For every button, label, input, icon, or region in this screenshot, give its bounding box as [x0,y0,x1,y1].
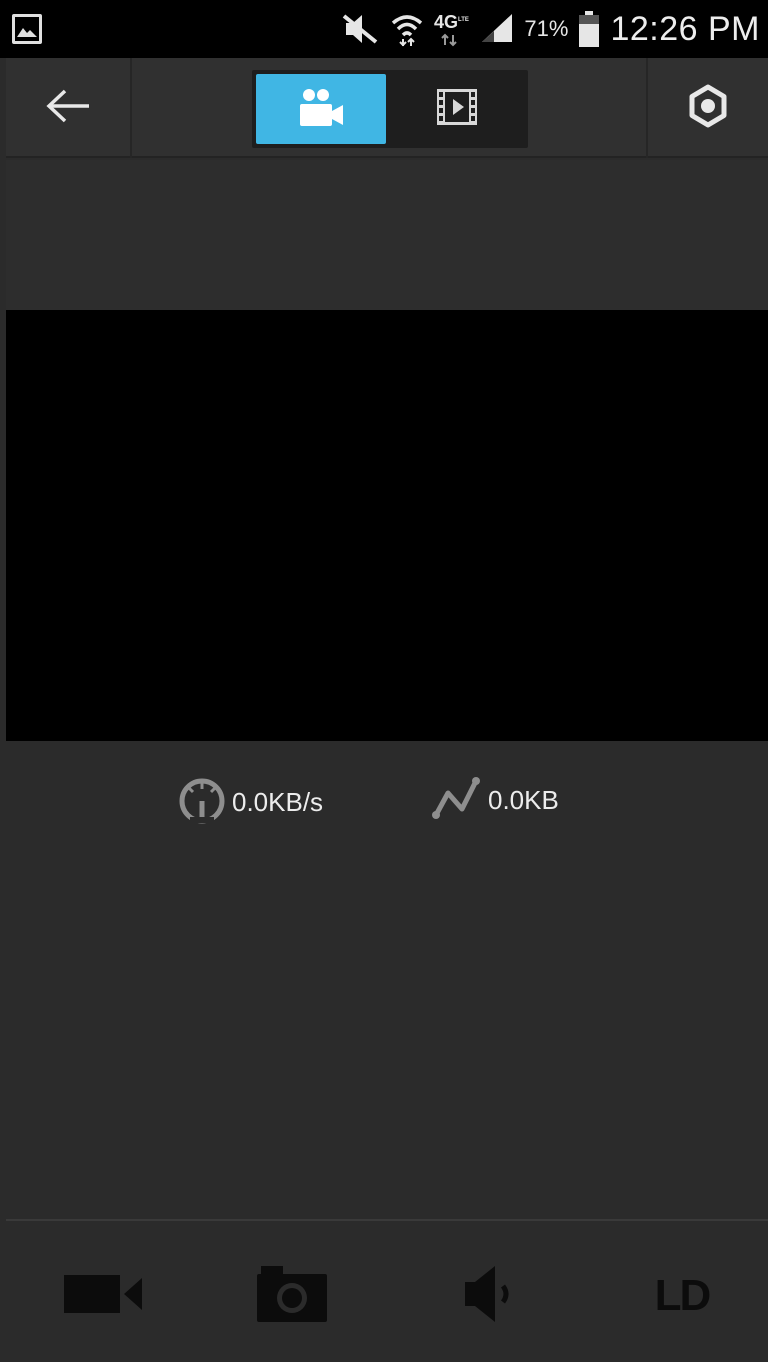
battery-icon [578,11,600,47]
speed-value: 0.0KB/s [232,787,324,817]
snapshot-button[interactable] [252,1261,332,1331]
tab-playback[interactable] [390,74,524,144]
record-video-icon [62,1272,144,1321]
audio-button[interactable] [454,1261,524,1331]
status-bar: 4G LTE 71% 12:26 PM [0,0,768,58]
record-button[interactable] [58,1261,148,1331]
video-viewport[interactable] [6,310,768,741]
film-playback-icon [436,88,478,131]
battery-percent: 71% [524,16,569,41]
gallery-icon [12,14,42,44]
wifi-icon [390,11,424,47]
bottom-toolbar: LD [6,1219,768,1362]
header-spacer [6,160,768,310]
back-button[interactable] [6,58,132,158]
data-stat: 0.0KB [430,775,559,826]
camera-snapshot-icon [255,1264,329,1329]
data-value: 0.0KB [488,785,559,815]
lte-icon: 4G LTE [434,11,470,47]
settings-gear-icon [686,84,730,133]
signal-icon [480,14,514,44]
app-bar [6,58,768,158]
speaker-icon [461,1262,517,1331]
speedometer-icon [176,775,228,830]
speed-stat: 0.0KB/s [176,775,323,830]
tab-live-video[interactable] [256,74,386,144]
svg-text:LTE: LTE [458,17,469,23]
quality-button[interactable]: LD [632,1261,732,1331]
data-graph-icon [430,775,482,826]
stats-panel: 0.0KB/s 0.0KB [6,741,768,1219]
back-arrow-icon [45,88,91,129]
status-icons: 4G LTE 71% 12:26 PM [340,0,760,58]
view-mode-toggle [252,70,528,148]
quality-label: LD [654,1271,712,1320]
settings-button[interactable] [646,58,768,158]
mute-icon [340,12,380,46]
svg-text:4G: 4G [434,12,458,32]
clock: 12:26 PM [610,9,760,48]
video-camera-people-icon [298,87,344,132]
